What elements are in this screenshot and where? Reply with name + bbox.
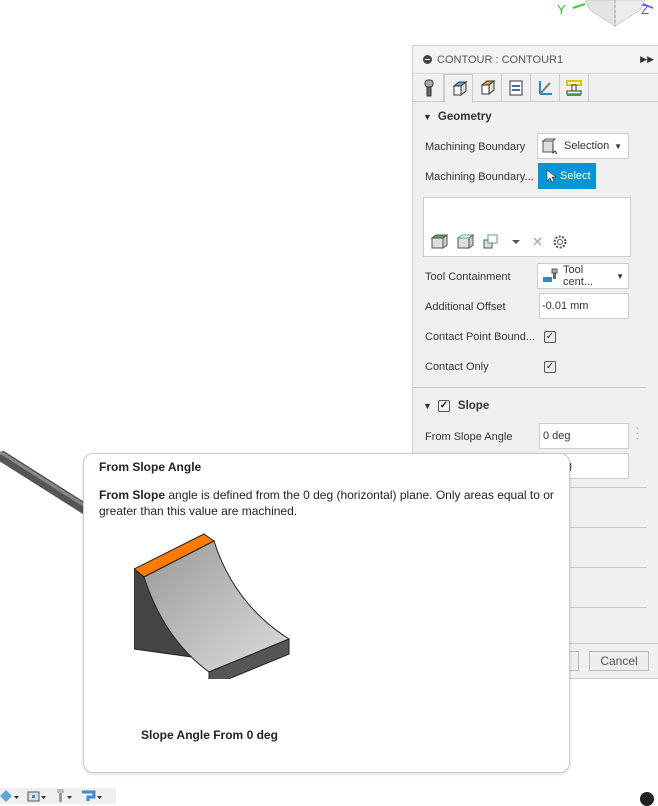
minimize-icon[interactable] (423, 55, 432, 64)
divider (571, 567, 647, 568)
tooltip-body: From Slope angle is defined from the 0 d… (99, 487, 559, 519)
tool-containment-value: Tool cent... (562, 264, 593, 288)
panel-title: CONTOUR : CONTOUR1 (437, 53, 564, 66)
additional-offset-input[interactable]: -0.01 mm (539, 293, 629, 319)
tooltip-title: From Slope Angle (99, 460, 202, 474)
dropdown-arrow-icon (512, 240, 520, 244)
tab-passes[interactable] (502, 74, 531, 102)
selection-toolbar (430, 234, 567, 249)
bottom-toolbar (0, 788, 116, 804)
gear-icon (553, 235, 567, 249)
machining-boundary-value: Selection (564, 140, 610, 152)
select-edge-icon (456, 234, 475, 249)
tool-center-icon (543, 268, 558, 282)
slope-angle-illustration (134, 533, 291, 679)
tooltip: From Slope Angle From Slope angle is def… (83, 453, 570, 773)
geometry-section-header[interactable]: ▼ Geometry (423, 111, 492, 123)
slope-checkbox[interactable]: ✓ (437, 400, 450, 412)
cancel-button-label: Cancel (600, 654, 638, 668)
cancel-button[interactable]: Cancel (589, 651, 649, 671)
tool-containment-label: Tool Containment (425, 271, 511, 283)
boundary-selection-icon (542, 138, 558, 154)
illustration-caption: Slope Angle From 0 deg (141, 728, 278, 742)
more-options-icon[interactable]: · · · (636, 424, 639, 444)
tab-tool[interactable] (415, 74, 444, 102)
tool-display-icon[interactable] (54, 788, 74, 804)
machining-boundary-selection-label: Machining Boundary... (425, 171, 534, 183)
from-slope-angle-input[interactable]: 0 deg (539, 423, 629, 449)
z-axis-label: Z (641, 2, 649, 17)
divider (413, 387, 647, 388)
selection-box[interactable] (423, 197, 631, 257)
collapse-triangle-icon: ▼ (423, 112, 432, 122)
contact-point-boundary-checkbox[interactable]: ✓ (544, 331, 556, 343)
machining-boundary-label: Machining Boundary (425, 141, 526, 153)
tooltip-body-bold: From Slope (99, 488, 166, 502)
visual-style-icon[interactable] (26, 788, 48, 804)
display-settings-icon[interactable] (0, 788, 20, 804)
geometry-title: Geometry (437, 111, 492, 123)
panel-header: CONTOUR : CONTOUR1 ▶▶ (413, 46, 658, 74)
chevron-down-icon: ▼ (614, 141, 622, 151)
contact-only-label: Contact Only (425, 361, 489, 373)
tab-heights[interactable] (473, 74, 502, 102)
passes-icon (509, 80, 523, 96)
clear-icon (533, 237, 542, 246)
contact-point-boundary-label: Contact Point Bound... (425, 331, 536, 343)
collapse-triangle-icon: ▼ (423, 401, 432, 411)
machining-boundary-dropdown[interactable]: Selection ▼ (537, 133, 629, 159)
contact-only-checkbox[interactable]: ✓ (544, 361, 556, 373)
tab-post[interactable] (560, 74, 589, 102)
tool-containment-dropdown[interactable]: Tool cent... ▼ (537, 263, 629, 289)
slope-title: Slope (457, 400, 490, 412)
divider (571, 607, 647, 608)
from-slope-angle-value: 0 deg (543, 430, 571, 442)
slope-section-header[interactable]: ▼ ✓ Slope (423, 400, 489, 412)
expand-icon[interactable]: ▶▶ (640, 54, 654, 65)
post-icon (566, 80, 582, 96)
select-face-icon (430, 234, 449, 249)
chevron-down-icon: ▼ (616, 271, 624, 281)
viewcube-icon (572, 0, 654, 27)
additional-offset-value: -0.01 mm (542, 300, 589, 312)
geometry-icon (452, 80, 467, 97)
viewcube[interactable]: Y Z (555, 0, 655, 28)
from-slope-angle-label: From Slope Angle (425, 431, 513, 443)
select-button[interactable]: Select (538, 163, 596, 189)
linking-icon (539, 81, 552, 95)
y-axis-label: Y (557, 2, 566, 17)
additional-offset-label: Additional Offset (425, 301, 506, 313)
tool-icon (424, 79, 434, 97)
panel-tabs (413, 74, 658, 103)
toolpath-display-icon[interactable] (80, 788, 104, 804)
tab-geometry[interactable] (444, 74, 473, 103)
select-button-label: Select (560, 170, 591, 182)
divider (571, 487, 647, 488)
divider (571, 527, 647, 528)
tooltip-body-text: angle is defined from the 0 deg (horizon… (99, 488, 554, 518)
tab-linking[interactable] (531, 74, 560, 102)
select-silhouette-icon (483, 234, 498, 249)
cursor-icon (546, 169, 556, 183)
heights-icon (480, 79, 496, 96)
